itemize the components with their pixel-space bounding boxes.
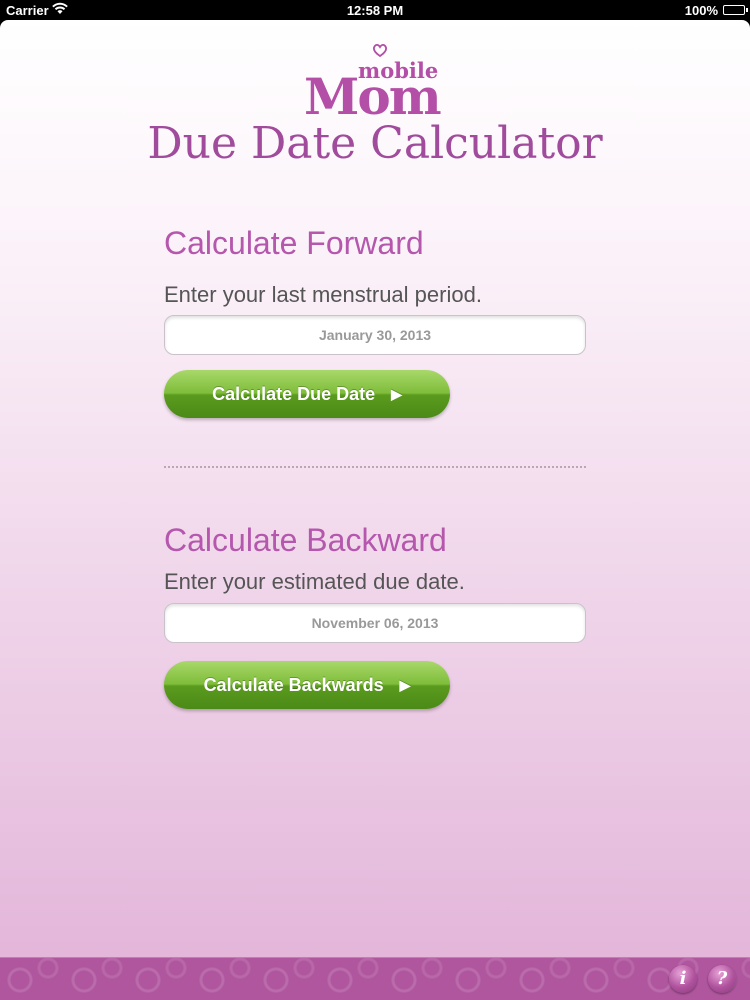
main-screen: mobile Mom Due Date Calculator Calculate…: [0, 20, 750, 957]
play-arrow-icon: ▶: [391, 385, 402, 402]
clock: 12:58 PM: [346, 3, 404, 18]
backward-heading: Calculate Backward: [164, 522, 447, 558]
calculate-due-date-button[interactable]: Calculate Due Date ▶: [164, 370, 450, 418]
info-icon: i: [679, 968, 687, 989]
calculate-backwards-label: Calculate Backwards: [203, 674, 384, 695]
info-button[interactable]: i: [669, 965, 697, 993]
help-icon: ?: [716, 968, 728, 989]
status-bar: Carrier 12:58 PM 100%: [0, 0, 750, 20]
play-arrow-icon: ▶: [399, 676, 411, 693]
calculate-due-date-label: Calculate Due Date: [212, 383, 376, 404]
battery-percentage: 100%: [684, 3, 718, 18]
section-divider: [164, 466, 586, 468]
help-button[interactable]: ?: [708, 965, 736, 993]
last-period-date-field[interactable]: January 30, 2013: [164, 315, 586, 355]
app-logo: mobile Mom: [0, 42, 750, 122]
logo-mom-text: Mom: [304, 67, 442, 126]
battery-icon: [723, 5, 748, 15]
forward-prompt: Enter your last menstrual period.: [164, 282, 482, 307]
due-date-field[interactable]: November 06, 2013: [164, 603, 586, 643]
calculate-backwards-button[interactable]: Calculate Backwards ▶: [164, 661, 450, 709]
forward-heading: Calculate Forward: [164, 225, 424, 261]
page-title: Due Date Calculator: [147, 118, 603, 169]
backward-prompt: Enter your estimated due date.: [164, 569, 465, 594]
footer-bar: i ?: [0, 957, 750, 1000]
